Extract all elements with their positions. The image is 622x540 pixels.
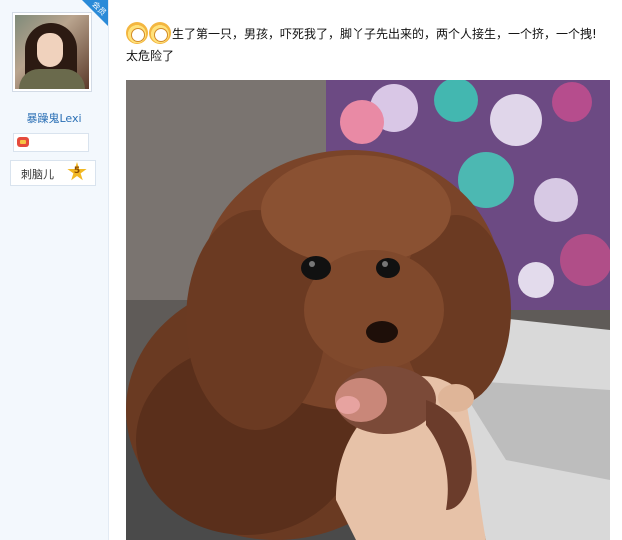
avatar-face	[37, 33, 63, 67]
thumb	[438, 384, 474, 412]
post-photo[interactable]	[126, 80, 610, 540]
pink-ball	[340, 100, 384, 144]
avatar[interactable]	[15, 15, 89, 89]
user-level-box[interactable]: 刺脑儿 5	[10, 160, 96, 186]
corner-badge-label: 会员	[90, 0, 108, 18]
post-text-line2: 太危险了	[126, 49, 175, 63]
avatar-coat	[19, 69, 85, 89]
dog-nose	[366, 321, 398, 343]
username-link[interactable]: 暴躁鬼Lexi	[0, 110, 108, 126]
emoji-group	[126, 22, 172, 45]
post-text-line1: 生了第一只，男孩，吓死我了，脚丫子先出来的，两个人接生，一个挤，一个拽!	[172, 27, 597, 41]
user-sidebar: 会员 暴躁鬼Lexi 刺脑儿 5	[0, 0, 109, 540]
eye-highlight	[309, 261, 315, 267]
blanket-dot	[490, 94, 542, 146]
level-title: 刺脑儿	[21, 168, 54, 181]
level-number: 5	[73, 166, 81, 176]
blanket-dot	[518, 262, 554, 298]
puppy-snout	[336, 396, 360, 414]
blanket-dot	[434, 80, 478, 122]
post-content: 生了第一只，男孩，吓死我了，脚丫子先出来的，两个人接生，一个挤，一个拽! 太危险…	[126, 22, 616, 67]
blanket-dot	[560, 234, 610, 286]
dog-eye-left	[301, 256, 331, 280]
avatar-frame[interactable]	[12, 12, 92, 92]
laughing-emoji-icon	[126, 22, 148, 44]
dog-eye-right	[376, 258, 400, 278]
game-medal-icon[interactable]	[17, 137, 29, 147]
blanket-dot	[552, 82, 592, 122]
eye-highlight	[382, 261, 388, 267]
medal-box[interactable]	[13, 133, 89, 152]
blanket-dot	[534, 178, 578, 222]
dog-topknot	[261, 155, 451, 265]
poodle-puppy-photo	[126, 80, 610, 540]
laughing-emoji-icon	[149, 22, 171, 44]
